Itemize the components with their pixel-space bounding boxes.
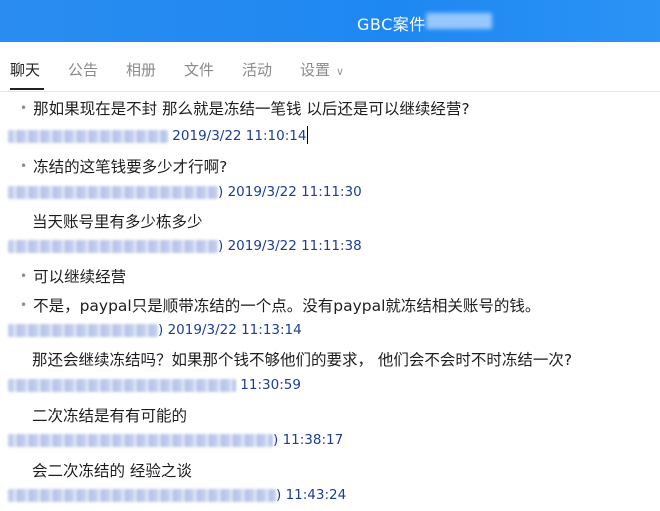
message-meta: ) 2019/3/22 11:11:30	[8, 184, 362, 202]
tab-album[interactable]: 相册	[126, 59, 156, 80]
bullet-icon: •	[20, 101, 28, 115]
message-text: • 冻结的这笔钱要多少才行啊?	[20, 158, 228, 176]
bullet-icon: •	[20, 269, 28, 283]
text-cursor	[307, 126, 309, 144]
redacted-sender	[8, 378, 236, 392]
timestamp: 2019/3/22 11:10:14	[172, 128, 307, 144]
tab-events[interactable]: 活动	[242, 59, 272, 80]
bullet-icon: •	[20, 159, 28, 173]
message-text: • 那如果现在是不封 那么就是冻结一笔钱 以后还是可以继续经营?	[20, 100, 470, 118]
bullet-icon: •	[20, 298, 28, 312]
message-text: • 不是，paypal只是顺带冻结的一个点。没有paypal就冻结相关账号的钱。	[20, 297, 541, 315]
message-text: 当天账号里有多少栋多少	[32, 213, 203, 231]
timestamp: 11:43:24	[285, 487, 347, 503]
message-meta: ) 11:43:24	[8, 487, 346, 505]
tab-settings[interactable]: 设置 ∨	[300, 59, 344, 80]
active-tab-indicator	[10, 88, 44, 90]
message-meta: 11:30:59	[8, 377, 301, 395]
redacted-sender	[8, 488, 276, 502]
chat-history[interactable]: • 那如果现在是不封 那么就是冻结一笔钱 以后还是可以继续经营? 2019/3/2…	[0, 93, 660, 511]
message-meta: ) 11:38:17	[8, 432, 343, 450]
tab-chat[interactable]: 聊天	[10, 59, 40, 80]
tab-files[interactable]: 文件	[184, 59, 214, 80]
timestamp: 2019/3/22 11:13:14	[167, 322, 302, 338]
tab-bar: 聊天 公告 相册 文件 活动 设置 ∨	[0, 42, 660, 92]
redacted-sender	[8, 185, 218, 199]
redacted-title-suffix	[426, 13, 492, 29]
message-meta: ) 2019/3/22 11:13:14	[8, 322, 302, 340]
message-text: 那还会继续冻结吗？如果那个钱不够他们的要求， 他们会不会时不时冻结一次?	[32, 351, 573, 369]
window-title: GBC案件	[357, 15, 426, 34]
redacted-sender	[8, 323, 158, 337]
redacted-sender	[8, 433, 273, 447]
title-bar: GBC案件	[0, 0, 660, 42]
timestamp: 2019/3/22 11:11:38	[227, 238, 362, 254]
timestamp: 2019/3/22 11:11:30	[227, 184, 362, 200]
message-meta: 2019/3/22 11:10:14	[8, 126, 309, 145]
tab-settings-label: 设置	[300, 61, 331, 79]
chevron-down-icon: ∨	[336, 65, 345, 78]
message-text: 二次冻结是有有可能的	[32, 407, 188, 425]
redacted-sender	[8, 239, 218, 253]
message-text: 会二次冻结的 经验之谈	[32, 462, 192, 480]
timestamp: 11:30:59	[240, 377, 301, 393]
timestamp: 11:38:17	[282, 432, 344, 448]
tab-announcements[interactable]: 公告	[68, 59, 98, 80]
message-meta: ) 2019/3/22 11:11:38	[8, 238, 362, 256]
redacted-sender	[8, 129, 168, 143]
message-text: • 可以继续经营	[20, 268, 127, 286]
